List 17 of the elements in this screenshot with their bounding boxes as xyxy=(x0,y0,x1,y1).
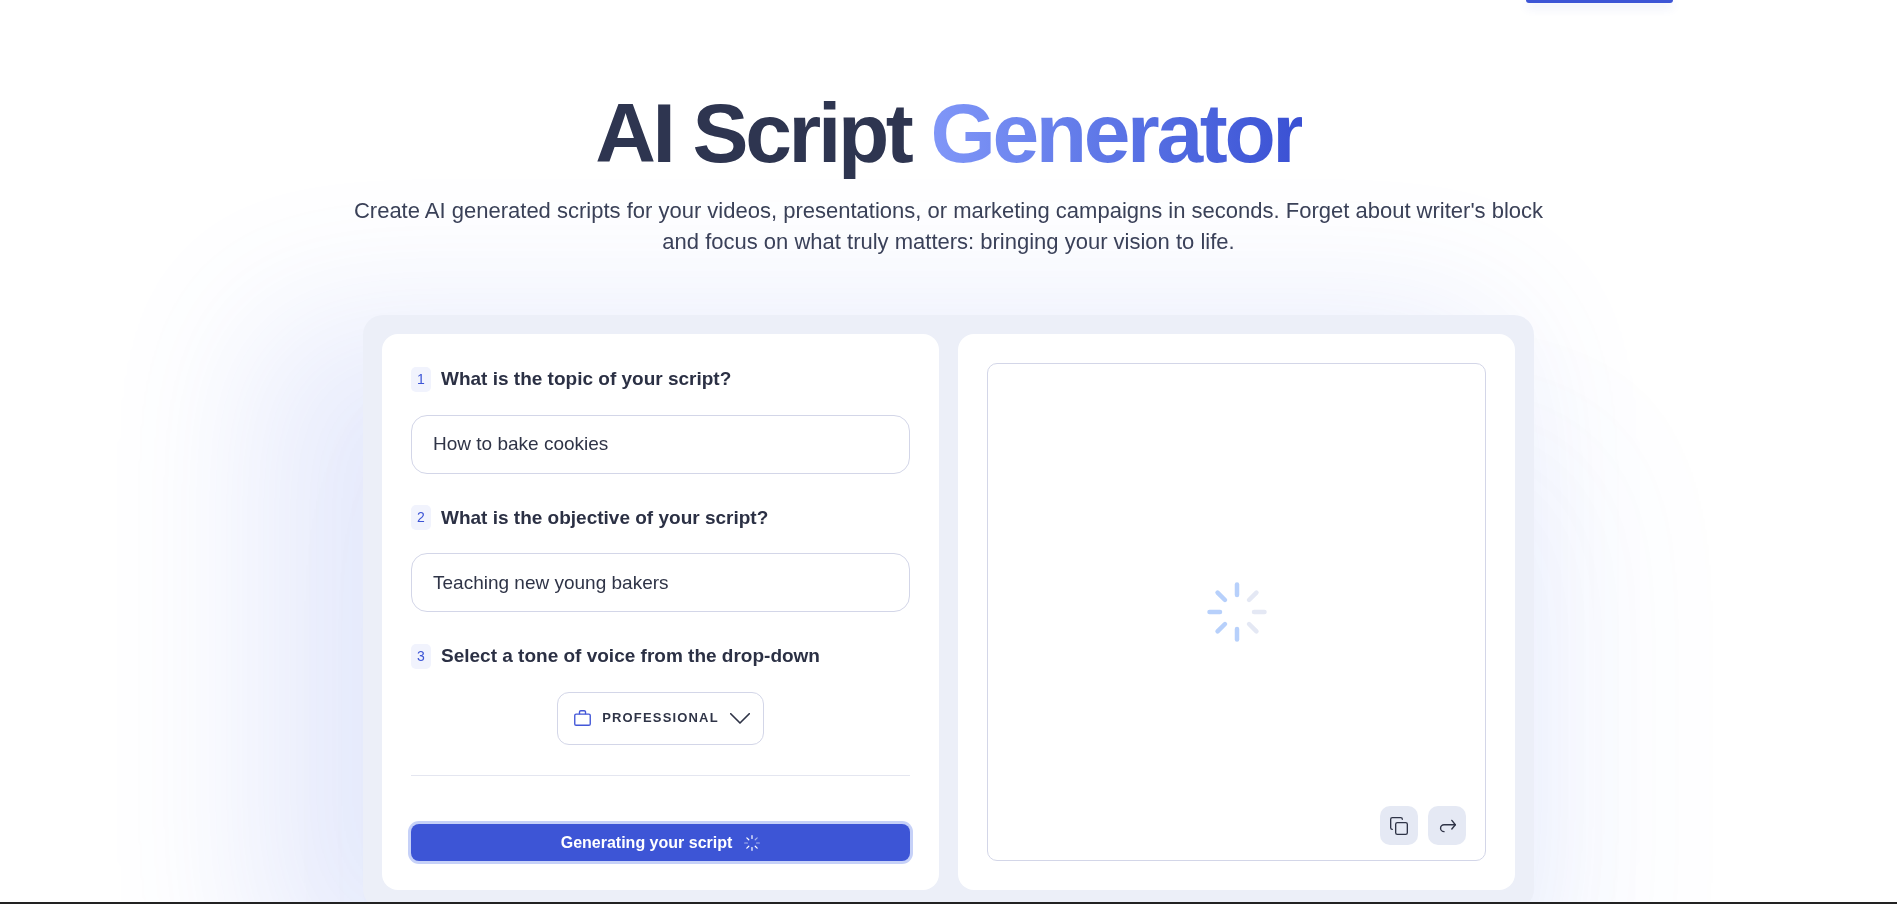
briefcase-icon xyxy=(574,710,592,726)
text-input[interactable]: How to bake cookies xyxy=(411,414,910,474)
step-number: 1 xyxy=(411,366,431,392)
step-number: 2 xyxy=(411,505,431,531)
question-label: What is the topic of your script? xyxy=(441,367,732,391)
chevron-down-icon xyxy=(729,712,750,724)
generate-button[interactable]: Generating your script xyxy=(411,824,910,861)
step-number: 3 xyxy=(411,643,431,669)
question-label: What is the objective of your script? xyxy=(441,505,769,530)
text-input[interactable]: Teaching new young bakers xyxy=(411,553,910,612)
page-subtitle: Create AI generated scripts for your videos, presentations, or marketing campaigns in seconds. Forget about writer's block and focus on what truly matters: bringing your vision to life. xyxy=(352,197,1545,256)
forward-button[interactable] xyxy=(1428,806,1466,845)
question-label: Select a tone of voice from the drop-down xyxy=(441,644,820,668)
copy-icon xyxy=(1389,815,1409,836)
copy-button[interactable] xyxy=(1380,806,1418,845)
curved-arrow-icon xyxy=(1438,818,1456,833)
tone-dropdown[interactable]: PROFESSIONAL xyxy=(557,691,764,745)
